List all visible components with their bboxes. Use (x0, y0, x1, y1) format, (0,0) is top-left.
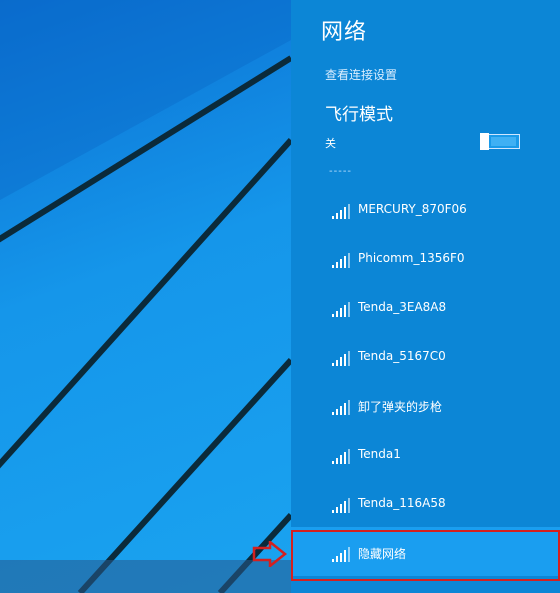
wifi-signal-icon (332, 498, 350, 513)
toggle-track (491, 137, 516, 146)
network-name: Phicomm_1356F0 (358, 251, 465, 265)
wifi-signal-icon (332, 204, 350, 219)
network-item[interactable]: Tenda_3EA8A8 (291, 282, 560, 331)
wifi-signal-icon (332, 253, 350, 268)
wifi-signal-icon (332, 449, 350, 464)
wallpaper-lines (0, 0, 291, 593)
network-item[interactable]: Tenda1 (291, 429, 560, 478)
network-item[interactable]: Tenda_5167C0 (291, 331, 560, 380)
network-name: Tenda1 (358, 447, 401, 461)
network-list: MERCURY_870F06 Phicomm_1356F0 Tenda_3EA8A8… (291, 184, 560, 576)
network-item[interactable]: 隐藏网络 (291, 527, 560, 576)
airplane-mode-state: 关 (325, 137, 336, 150)
network-name: Tenda_3EA8A8 (358, 300, 447, 314)
wifi-signal-icon (332, 547, 350, 562)
view-connection-settings-link[interactable]: 查看连接设置 (325, 66, 397, 83)
wifi-signal-icon (332, 400, 350, 415)
network-item[interactable]: Phicomm_1356F0 (291, 233, 560, 282)
airplane-mode-title: 飞行模式 (325, 105, 393, 125)
network-panel: 网络 查看连接设置 飞行模式 关 ----- MERCURY_870F06 Phi… (291, 0, 560, 593)
wifi-signal-icon (332, 351, 350, 366)
network-name: Tenda_5167C0 (358, 349, 446, 363)
red-arrow-icon (252, 541, 288, 567)
network-item[interactable]: Tenda_116A58 (291, 478, 560, 527)
network-name: 隐藏网络 (358, 547, 407, 561)
separator: ----- (329, 166, 353, 177)
desktop-background (0, 0, 291, 593)
network-item[interactable]: 卸了弹夹的步枪 (291, 380, 560, 429)
toggle-thumb (480, 133, 489, 150)
network-name: Tenda_116A58 (358, 496, 446, 510)
panel-title: 网络 (321, 20, 368, 45)
wifi-signal-icon (332, 302, 350, 317)
taskbar (0, 560, 291, 593)
network-name: 卸了弹夹的步枪 (358, 400, 443, 414)
airplane-mode-toggle[interactable] (480, 133, 520, 150)
network-name: MERCURY_870F06 (358, 202, 467, 216)
network-item[interactable]: MERCURY_870F06 (291, 184, 560, 233)
